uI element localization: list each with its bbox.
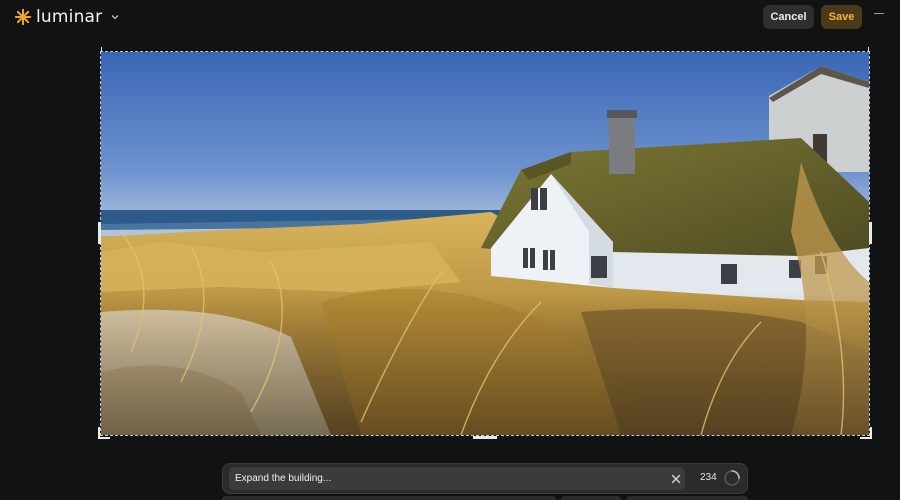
crop-handle-right[interactable] <box>869 222 872 244</box>
photo-image <box>101 52 869 435</box>
sub-control[interactable] <box>222 496 556 500</box>
crop-handle-bottom-left[interactable] <box>98 427 110 439</box>
top-bar: luminar Cancel Save <box>0 0 900 36</box>
crop-tick <box>101 47 102 52</box>
crop-handle-left[interactable] <box>98 222 101 244</box>
photo-canvas[interactable] <box>101 52 869 435</box>
save-button[interactable]: Save <box>821 5 862 29</box>
app-switcher[interactable]: luminar <box>14 6 120 28</box>
app-name: luminar <box>36 7 103 27</box>
minimize-icon[interactable] <box>874 13 884 14</box>
cancel-button[interactable]: Cancel <box>763 5 814 29</box>
spinner-icon <box>724 470 740 486</box>
chevron-down-icon <box>111 15 119 20</box>
luminar-logo-icon <box>14 8 32 26</box>
crop-handle-bottom[interactable] <box>473 436 497 439</box>
close-icon[interactable] <box>668 471 684 487</box>
prompt-counter: 234 <box>700 472 717 483</box>
crop-handle-bottom-right[interactable] <box>860 427 872 439</box>
sub-control[interactable] <box>626 496 748 500</box>
sub-control[interactable] <box>561 496 621 500</box>
crop-tick <box>868 47 869 52</box>
prompt-input[interactable] <box>229 467 685 490</box>
